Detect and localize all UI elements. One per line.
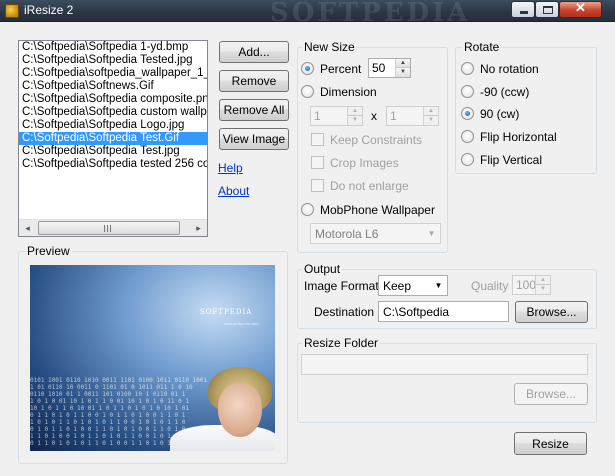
preview-image: 0101 1001 0110 1010 0011 1101 0100 1011 … [30, 265, 275, 451]
quality-spinner[interactable]: 100 ▲ ▼ [512, 275, 551, 295]
spin-down-icon[interactable]: ▼ [536, 285, 550, 294]
preview-logo: SOFTPEDIA [200, 308, 253, 316]
crop-images-label: Crop Images [330, 156, 399, 170]
minimize-icon [520, 11, 528, 14]
minimize-button[interactable] [511, 1, 535, 18]
resize-folder-field[interactable] [301, 354, 588, 375]
image-format-value: Keep [383, 279, 412, 293]
add-button[interactable]: Add... [219, 41, 289, 63]
list-item[interactable]: C:\Softpedia\Softpedia 1-yd.bmp [19, 41, 207, 54]
rotate-ccw-radio[interactable] [461, 85, 474, 98]
width-spinner[interactable]: 1 ▲ ▼ [310, 106, 363, 126]
remove-all-button[interactable]: Remove All [219, 99, 289, 121]
phone-model-value: Motorola L6 [315, 227, 379, 241]
list-item[interactable]: C:\Softpedia\Softpedia Test.jpg [19, 145, 207, 158]
list-item[interactable]: C:\Softpedia\Softpedia Logo.jpg [19, 119, 207, 132]
percent-label: Percent [320, 62, 362, 76]
no-rotation-label: No rotation [480, 62, 539, 76]
image-format-dropdown[interactable]: Keep ▼ [378, 275, 448, 296]
app-icon [5, 4, 19, 18]
list-item[interactable]: C:\Softpedia\Softpedia tested 256 colc..… [19, 158, 207, 171]
remove-button[interactable]: Remove [219, 70, 289, 92]
crop-images-checkbox[interactable] [311, 156, 324, 169]
spin-up-icon[interactable]: ▲ [536, 276, 550, 285]
chevron-down-icon[interactable]: ▼ [423, 224, 440, 243]
preview-label: Preview [25, 244, 72, 258]
scroll-left-icon[interactable]: ◂ [19, 220, 36, 236]
keep-constraints-label: Keep Constraints [330, 133, 423, 147]
spin-down-icon[interactable]: ▼ [424, 116, 438, 125]
about-link[interactable]: About [218, 184, 249, 198]
height-spin-buttons[interactable]: ▲ ▼ [423, 107, 438, 125]
do-not-enlarge-checkbox[interactable] [311, 179, 324, 192]
scroll-right-icon[interactable]: ▸ [190, 220, 207, 236]
preview-url: www.softpedia.com [224, 321, 259, 326]
preview-figure-face [218, 383, 262, 437]
image-format-label: Image Format [304, 279, 379, 293]
percent-spin-buttons[interactable]: ▲ ▼ [395, 59, 410, 77]
horizontal-scrollbar[interactable]: ◂ ▸ [19, 219, 207, 236]
help-link[interactable]: Help [218, 161, 243, 175]
rotate-label: Rotate [462, 40, 502, 54]
spin-up-icon[interactable]: ▲ [348, 107, 362, 116]
title-bar[interactable]: iResize 2 SOFTPEDIA ✕ [0, 0, 615, 28]
flip-vertical-label: Flip Vertical [480, 153, 543, 167]
destination-field[interactable]: C:\Softpedia [378, 301, 509, 322]
spin-up-icon[interactable]: ▲ [396, 59, 410, 68]
spin-down-icon[interactable]: ▼ [396, 68, 410, 77]
window-title: iResize 2 [24, 3, 74, 17]
view-image-button[interactable]: View Image [219, 128, 289, 150]
browse-resize-folder-button[interactable]: Browse... [514, 383, 588, 405]
flip-horizontal-label: Flip Horizontal [480, 130, 557, 144]
rotate-cw-radio[interactable] [461, 107, 474, 120]
resize-button[interactable]: Resize [514, 432, 587, 455]
list-item[interactable]: C:\Softpedia\Softnews.Gif [19, 80, 207, 93]
spin-up-icon[interactable]: ▲ [424, 107, 438, 116]
mobphone-wallpaper-label: MobPhone Wallpaper [320, 203, 435, 217]
softpedia-watermark: SOFTPEDIA [270, 0, 471, 28]
list-item-selected[interactable]: C:\Softpedia\Softpedia Test.Gif [19, 132, 207, 145]
width-value: 1 [314, 109, 321, 123]
browse-destination-button[interactable]: Browse... [515, 301, 588, 323]
chevron-down-icon[interactable]: ▼ [430, 276, 447, 295]
flip-horizontal-radio[interactable] [461, 130, 474, 143]
list-item[interactable]: C:\Softpedia\Softpedia custom wallpap... [19, 106, 207, 119]
no-rotation-radio[interactable] [461, 62, 474, 75]
list-item[interactable]: C:\Softpedia\Softpedia Tested.jpg [19, 54, 207, 67]
flip-vertical-radio[interactable] [461, 153, 474, 166]
width-spin-buttons[interactable]: ▲ ▼ [347, 107, 362, 125]
phone-model-dropdown[interactable]: Motorola L6 ▼ [310, 223, 441, 244]
height-value: 1 [390, 109, 397, 123]
quality-value: 100 [516, 278, 537, 292]
new-size-label: New Size [302, 40, 357, 54]
quality-label: Quality [471, 279, 509, 293]
height-spinner[interactable]: 1 ▲ ▼ [386, 106, 439, 126]
percent-radio[interactable] [301, 62, 314, 75]
dimension-label: Dimension [320, 85, 377, 99]
destination-label: Destination [314, 305, 375, 319]
grip-icon [104, 225, 112, 232]
keep-constraints-checkbox[interactable] [311, 133, 324, 146]
rotate-ccw-label: -90 (ccw) [480, 85, 530, 99]
mobphone-wallpaper-radio[interactable] [301, 203, 314, 216]
preview-figure-body [170, 425, 275, 451]
dimension-separator: x [371, 109, 377, 123]
maximize-icon [543, 6, 553, 14]
dimension-radio[interactable] [301, 85, 314, 98]
list-item[interactable]: C:\Softpedia\softpedia_wallpaper_1_1... [19, 67, 207, 80]
file-list[interactable]: C:\Softpedia\Softpedia 1-yd.bmp C:\Softp… [18, 40, 208, 237]
rotate-cw-label: 90 (cw) [480, 107, 520, 121]
percent-value: 50 [372, 61, 386, 75]
output-label: Output [302, 262, 343, 276]
close-icon: ✕ [575, 0, 586, 15]
percent-spinner[interactable]: 50 ▲ ▼ [368, 58, 411, 78]
resize-folder-label: Resize Folder [302, 336, 381, 350]
do-not-enlarge-label: Do not enlarge [330, 179, 409, 193]
quality-spin-buttons[interactable]: ▲ ▼ [535, 276, 550, 294]
maximize-button[interactable] [535, 1, 559, 18]
spin-down-icon[interactable]: ▼ [348, 116, 362, 125]
scrollbar-thumb[interactable] [38, 221, 180, 235]
list-item[interactable]: C:\Softpedia\Softpedia composite.png [19, 93, 207, 106]
close-button[interactable]: ✕ [559, 0, 602, 18]
